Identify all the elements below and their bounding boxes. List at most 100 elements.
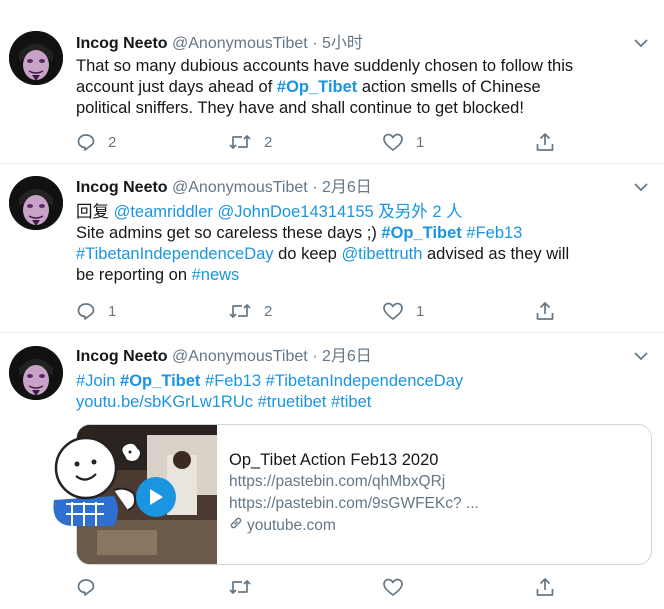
reply-count: 1 (108, 302, 117, 320)
tweet-text-segment: account just days ahead of (76, 78, 277, 96)
card-description-line: https://pastebin.com/9sGWFEKc? ... (229, 495, 479, 512)
retweet-button[interactable]: 2 (228, 299, 272, 323)
tweet-link[interactable]: 及另外 2 人 (374, 203, 462, 221)
separator-dot: · (312, 35, 318, 52)
display-name[interactable]: Incog Neeto (76, 348, 168, 365)
tweet-text: That so many dubious accounts have sudde… (76, 56, 646, 119)
separator-dot: · (312, 348, 318, 365)
tweet-text-segment: advised as they will (422, 245, 570, 263)
tweet-text-line: account just days ahead of #Op_Tibet act… (76, 77, 646, 98)
avatar[interactable] (9, 346, 63, 400)
tweet-text-line: Site admins get so careless these days ;… (76, 223, 646, 244)
reply-icon (76, 301, 96, 321)
tweet-link[interactable]: #Op_Tibet (120, 372, 200, 390)
play-icon[interactable] (136, 477, 176, 517)
retweet-icon (228, 577, 252, 597)
card-domain-text: youtube.com (247, 517, 336, 534)
avatar[interactable] (9, 31, 63, 85)
like-count: 1 (416, 133, 425, 151)
tweet-link[interactable]: #Op_Tibet (381, 224, 461, 242)
user-handle[interactable]: @AnonymousTibet (172, 179, 308, 196)
timestamp[interactable]: 5小时 (322, 35, 363, 52)
user-handle[interactable]: @AnonymousTibet (172, 35, 308, 52)
tweet-link[interactable]: #TibetanIndependenceDay (266, 372, 464, 390)
reply-icon (76, 577, 96, 597)
share-icon (534, 576, 556, 598)
tweet-link[interactable]: youtu.be/sbKGrLw1RUc (76, 393, 253, 411)
share-button[interactable] (534, 130, 556, 154)
tweet-text-segment: Site admins get so careless these days ;… (76, 224, 382, 242)
tweet-header: Incog Neeto @AnonymousTibet · 2月6日 (76, 347, 372, 367)
tweet-text-segment: do keep (273, 245, 342, 263)
tweet-1[interactable]: Incog Neeto @AnonymousTibet · 5小时 That s… (0, 0, 664, 163)
tweet-link[interactable]: #tibet (331, 393, 371, 411)
card-description-line: https://pastebin.com/qhMbxQRj (229, 473, 446, 490)
tweet-link[interactable]: @teamriddler (114, 203, 213, 221)
like-button[interactable] (382, 575, 416, 599)
retweet-icon (228, 301, 252, 321)
chevron-down-icon[interactable] (632, 36, 650, 50)
tweet-text-line: 回复 @teamriddler @JohnDoe14314155 及另外 2 人 (76, 202, 646, 223)
tweet-link[interactable]: #Join (76, 372, 115, 390)
share-button[interactable] (534, 299, 556, 323)
card-title[interactable]: Op_Tibet Action Feb13 2020 (229, 449, 639, 471)
tweet-text-line: be reporting on #news (76, 265, 646, 286)
card-domain[interactable]: youtube.com (229, 515, 639, 537)
like-button[interactable]: 1 (382, 299, 424, 323)
tweet-text-line: That so many dubious accounts have sudde… (76, 56, 646, 77)
reply-button[interactable] (76, 575, 108, 599)
tweet-link[interactable]: #truetibet (258, 393, 327, 411)
tweet-text: #Join #Op_Tibet #Feb13 #TibetanIndepende… (76, 371, 646, 413)
timestamp[interactable]: 2月6日 (322, 348, 372, 365)
tweet-text-segment: political sniffers. They have and shall … (76, 99, 524, 117)
like-button[interactable]: 1 (382, 130, 424, 154)
tweet-text-line: political sniffers. They have and shall … (76, 98, 646, 119)
tweet-text-line: #Join #Op_Tibet #Feb13 #TibetanIndepende… (76, 371, 646, 392)
like-icon (382, 301, 404, 321)
separator-dot: · (312, 179, 318, 196)
share-icon (534, 300, 556, 322)
retweet-count: 2 (264, 133, 273, 151)
reply-count: 2 (108, 133, 117, 151)
timestamp[interactable]: 2月6日 (322, 179, 372, 196)
tweet-link[interactable]: @JohnDoe14314155 (217, 203, 373, 221)
reply-icon (76, 132, 96, 152)
retweet-count: 2 (264, 302, 273, 320)
tweet-actions: 2 2 1 (76, 130, 576, 154)
user-handle[interactable]: @AnonymousTibet (172, 348, 308, 365)
display-name[interactable]: Incog Neeto (76, 179, 168, 196)
tweet-link[interactable]: #Feb13 (466, 224, 522, 242)
tweet-text-segment: That so many dubious accounts have sudde… (76, 57, 574, 75)
tweet-text-segment: action smells of Chinese (357, 78, 541, 96)
tweet-text-line: youtu.be/sbKGrLw1RUc #truetibet #tibet (76, 392, 646, 413)
tweet-link[interactable]: @tibettruth (341, 245, 422, 263)
tweet-link[interactable]: #TibetanIndependenceDay (76, 245, 274, 263)
link-icon (229, 515, 243, 537)
share-icon (534, 131, 556, 153)
tweet-actions (76, 575, 576, 599)
like-count: 1 (416, 302, 425, 320)
tweet-actions: 1 2 1 (76, 299, 576, 323)
reply-button[interactable]: 1 (76, 299, 116, 323)
tweet-text: 回复 @teamriddler @JohnDoe14314155 及另外 2 人… (76, 202, 646, 286)
retweet-button[interactable]: 2 (228, 130, 272, 154)
tweet-2[interactable]: Incog Neeto @AnonymousTibet · 2月6日 回复 @t… (0, 164, 664, 331)
like-icon (382, 132, 404, 152)
tweet-text-line: #TibetanIndependenceDay do keep @tibettr… (76, 244, 646, 265)
share-button[interactable] (534, 575, 556, 599)
display-name[interactable]: Incog Neeto (76, 35, 168, 52)
chevron-down-icon[interactable] (632, 180, 650, 194)
tweet-link[interactable]: #news (192, 266, 240, 284)
cartoon-sticker (44, 430, 176, 530)
like-icon (382, 577, 404, 597)
tweet-text-segment: 回复 (76, 203, 114, 221)
chevron-down-icon[interactable] (632, 349, 650, 363)
retweet-button[interactable] (228, 575, 264, 599)
reply-button[interactable]: 2 (76, 130, 116, 154)
tweet-link[interactable]: #Feb13 (205, 372, 261, 390)
card-text: Op_Tibet Action Feb13 2020 https://paste… (229, 449, 639, 537)
avatar[interactable] (9, 176, 63, 230)
tweet-text-segment: be reporting on (76, 266, 192, 284)
tweet-header: Incog Neeto @AnonymousTibet · 5小时 (76, 34, 363, 54)
tweet-link[interactable]: #Op_Tibet (277, 78, 357, 96)
